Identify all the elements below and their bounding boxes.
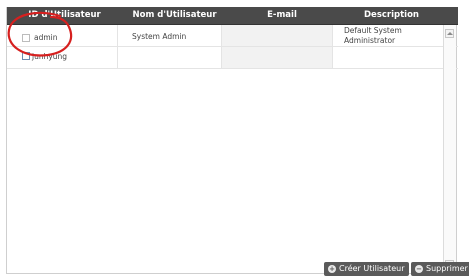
create-user-label: Créer Utilisateur <box>339 264 405 273</box>
plus-icon: + <box>328 265 336 273</box>
delete-label: Supprimer <box>426 264 468 273</box>
red-annotation-circle <box>7 11 73 57</box>
minus-icon: − <box>415 265 423 273</box>
create-user-button[interactable]: + Créer Utilisateur <box>324 262 409 276</box>
delete-button[interactable]: − Supprimer <box>411 262 469 276</box>
